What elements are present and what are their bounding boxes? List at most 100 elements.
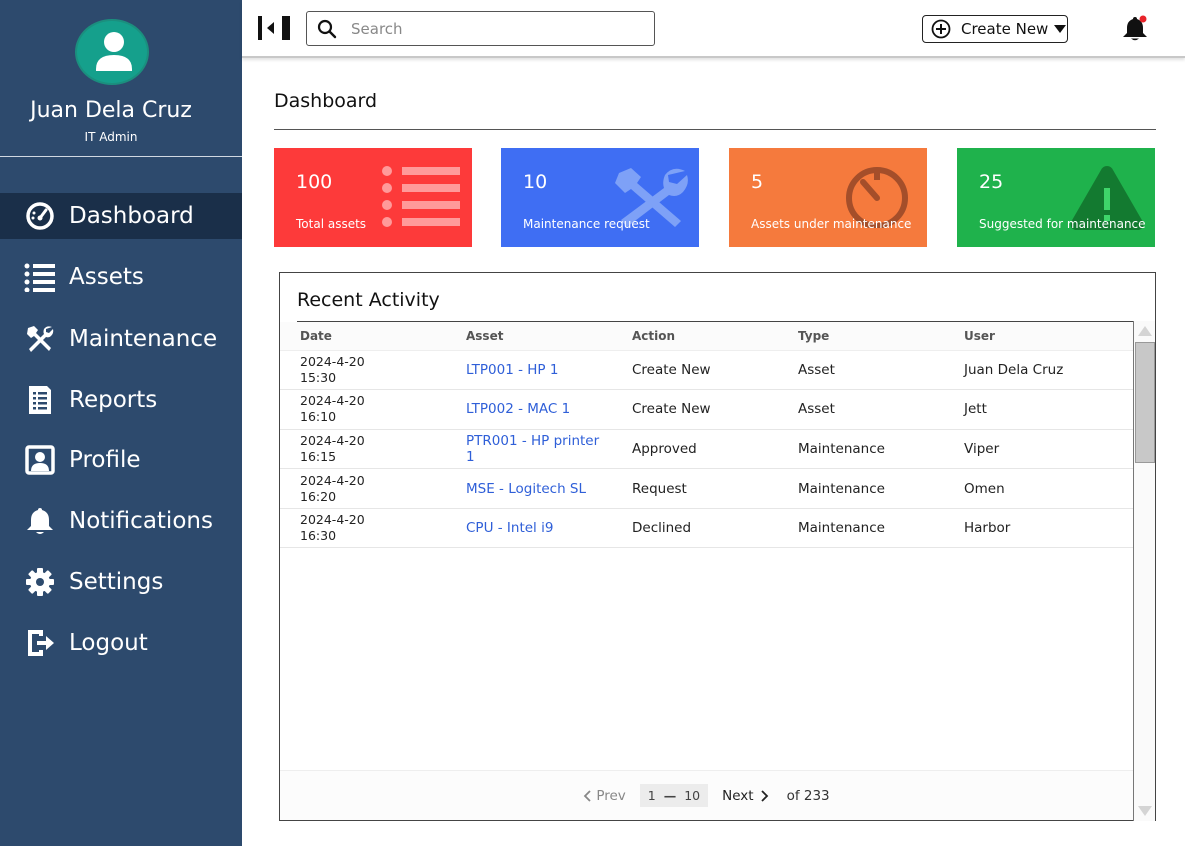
scroll-thumb[interactable]	[1135, 342, 1155, 463]
date-value: 2024-4-20	[300, 393, 365, 409]
table-row[interactable]: 2024-4-20 16:20 MSE - Logitech SL Request…	[280, 468, 1133, 509]
asset-link[interactable]: PTR001 - HP printer 1	[466, 433, 599, 465]
sidebar-item-maintenance[interactable]: Maintenance	[0, 316, 242, 362]
collapse-icon	[258, 16, 290, 40]
asset-link[interactable]: MSE - Logitech SL	[466, 481, 586, 497]
card-label: Maintenance request	[523, 217, 650, 231]
alert-dot	[1139, 15, 1147, 23]
card-label: Suggested for maintenance	[979, 217, 1146, 231]
type-cell: Maintenance	[778, 429, 944, 470]
profile-icon	[23, 443, 57, 477]
sidebar-item-label: Profile	[69, 447, 141, 473]
report-icon	[23, 383, 57, 417]
user-cell: Jett	[944, 389, 1133, 430]
asset-cell: LTP002 - MAC 1	[446, 389, 612, 430]
date-value: 2024-4-20	[300, 512, 365, 528]
tools-icon	[23, 322, 57, 356]
column-header-action[interactable]: Action	[612, 322, 778, 351]
avatar[interactable]	[75, 19, 149, 85]
asset-link[interactable]: CPU - Intel i9	[466, 520, 553, 536]
table-header-row: Date Asset Action Type User	[280, 322, 1133, 351]
create-new-button[interactable]: Create New	[922, 15, 1068, 43]
type-cell: Maintenance	[778, 508, 944, 549]
user-name: Juan Dela Cruz	[30, 98, 192, 123]
date-cell: 2024-4-20 16:10	[280, 389, 446, 430]
column-header-asset[interactable]: Asset	[446, 322, 612, 351]
sidebar-item-profile[interactable]: Profile	[0, 437, 242, 483]
table-row[interactable]: 2024-4-20 16:30 CPU - Intel i9 Declined M…	[280, 508, 1133, 549]
sidebar-item-reports[interactable]: Reports	[0, 377, 242, 423]
sidebar-item-settings[interactable]: Settings	[0, 559, 242, 605]
asset-link[interactable]: LTP002 - MAC 1	[466, 401, 570, 417]
action-cell: Create New	[612, 389, 778, 430]
bell-icon	[23, 504, 57, 538]
scroll-up-arrow-icon[interactable]	[1137, 324, 1153, 338]
asset-cell: CPU - Intel i9	[446, 508, 612, 549]
date-cell: 2024-4-20 16:15	[280, 429, 446, 470]
card-label: Assets under maintenance	[751, 217, 912, 231]
time-value: 15:30	[300, 369, 337, 385]
sidebar-item-label: Dashboard	[69, 203, 194, 229]
time-value: 16:30	[300, 528, 337, 544]
list-icon	[23, 260, 57, 294]
type-cell: Asset	[778, 389, 944, 430]
collapse-sidebar-button[interactable]	[256, 14, 292, 42]
table-row[interactable]: 2024-4-20 15:30 LTP001 - HP 1 Create New …	[280, 350, 1133, 391]
asset-link[interactable]: LTP001 - HP 1	[466, 362, 558, 378]
page-range[interactable]: 1 — 10	[639, 784, 709, 807]
next-label: Next	[722, 787, 754, 804]
sidebar-item-dashboard[interactable]: Dashboard	[0, 193, 242, 239]
sidebar-item-label: Logout	[69, 630, 148, 656]
asset-cell: MSE - Logitech SL	[446, 468, 612, 509]
time-value: 16:15	[300, 448, 337, 464]
range-start: 1	[647, 788, 656, 803]
total-assets-card[interactable]: 100 Total assets	[274, 148, 472, 247]
maintenance-request-card[interactable]: 10 Maintenance request	[501, 148, 699, 247]
sidebar-item-notifications[interactable]: Notifications	[0, 498, 242, 544]
page-title: Dashboard	[274, 90, 378, 112]
assets-under-maintenance-card[interactable]: 5 Assets under maintenance	[729, 148, 927, 247]
user-cell: Juan Dela Cruz	[944, 350, 1133, 391]
column-header-user[interactable]: User	[944, 322, 1133, 351]
top-bar: Create New	[242, 0, 1185, 58]
activity-table: Date Asset Action Type User 2024-4-20 15:…	[280, 322, 1133, 549]
user-cell: Harbor	[944, 508, 1133, 549]
plus-circle-icon	[931, 19, 951, 39]
gear-icon	[23, 565, 57, 599]
sidebar-item-logout[interactable]: Logout	[0, 620, 242, 666]
range-end: 10	[684, 788, 701, 803]
notifications-button[interactable]	[1120, 14, 1152, 42]
time-value: 16:20	[300, 488, 337, 504]
prev-label: Prev	[596, 787, 626, 804]
search-icon	[317, 19, 337, 38]
logout-icon	[23, 626, 57, 660]
sidebar-item-label: Maintenance	[69, 326, 218, 352]
scroll-down-arrow-icon[interactable]	[1137, 804, 1153, 818]
activity-table-wrapper: Date Asset Action Type User 2024-4-20 15:…	[280, 322, 1133, 770]
table-row[interactable]: 2024-4-20 16:15 PTR001 - HP printer 1 App…	[280, 429, 1133, 470]
card-label: Total assets	[296, 217, 367, 231]
table-row[interactable]: 2024-4-20 16:10 LTP002 - MAC 1 Create New…	[280, 389, 1133, 430]
user-cell: Viper	[944, 429, 1133, 470]
search-box[interactable]	[306, 11, 655, 46]
prev-page-button[interactable]: Prev	[583, 787, 626, 804]
sidebar-item-assets[interactable]: Assets	[0, 254, 242, 300]
bell-icon	[1123, 15, 1147, 41]
asset-cell: PTR001 - HP printer 1	[446, 429, 612, 470]
column-header-type[interactable]: Type	[778, 322, 944, 351]
date-cell: 2024-4-20 15:30	[280, 350, 446, 391]
vertical-scrollbar[interactable]	[1133, 321, 1155, 821]
chevron-right-icon	[760, 789, 768, 802]
search-input[interactable]	[351, 19, 641, 38]
suggested-maintenance-card[interactable]: 25 Suggested for maintenance	[957, 148, 1155, 247]
type-cell: Asset	[778, 350, 944, 391]
action-cell: Declined	[612, 508, 778, 549]
caret-down-icon	[1054, 25, 1067, 33]
date-value: 2024-4-20	[300, 353, 365, 369]
column-header-date[interactable]: Date	[280, 322, 446, 351]
asset-cell: LTP001 - HP 1	[446, 350, 612, 391]
user-avatar-icon	[96, 32, 132, 71]
sidebar-item-label: Notifications	[69, 508, 213, 534]
card-value: 100	[296, 171, 333, 193]
next-page-button[interactable]: Next	[722, 788, 768, 804]
